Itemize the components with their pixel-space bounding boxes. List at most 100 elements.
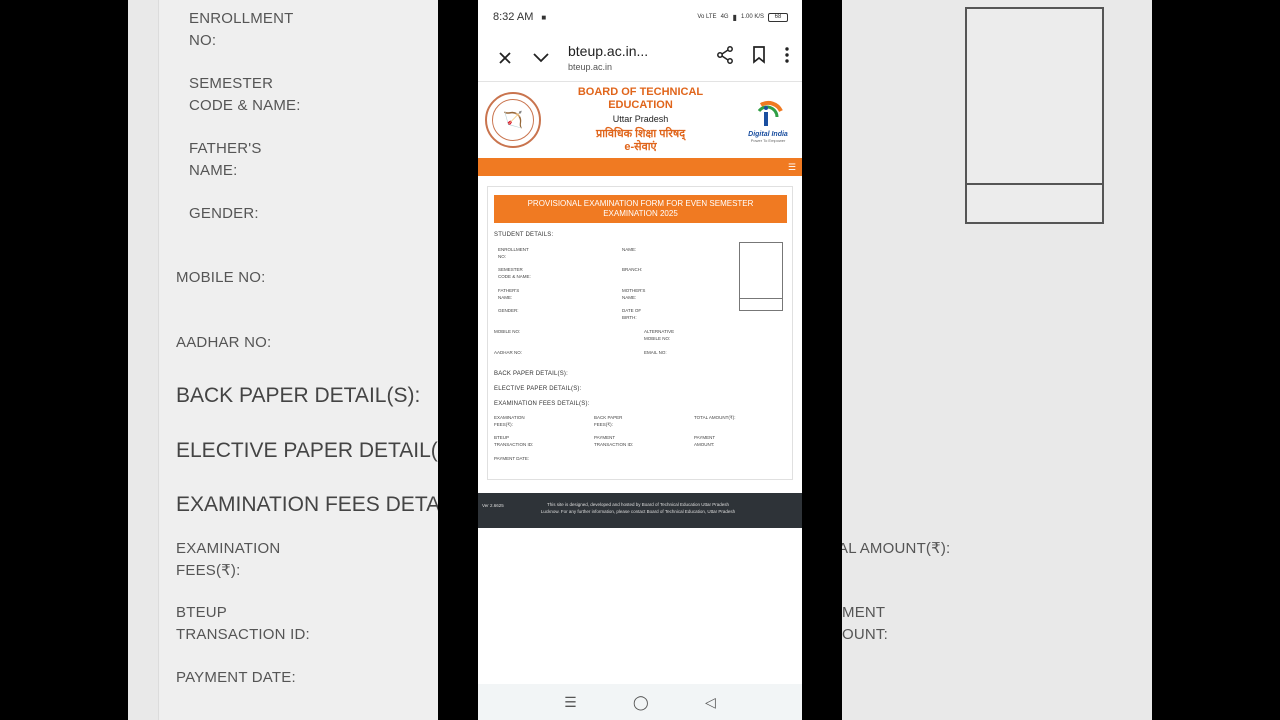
site-title-block: BOARD OF TECHNICAL EDUCATION Uttar Prade… (541, 86, 740, 154)
site-footer: Ver 2.6625 This site is designed, develo… (478, 493, 802, 528)
bg-label-line: FATHER'S (189, 140, 262, 157)
bg-label-line: FEES(₹): (176, 562, 241, 579)
form-banner: PROVISIONAL EXAMINATION FORM FOR EVEN SE… (494, 195, 787, 223)
bg-mobile-label: MOBILE NO: (176, 269, 266, 286)
mobile-label: MOBILE NO: (494, 329, 521, 334)
menu-icon[interactable]: ☰ (788, 162, 796, 173)
recents-icon[interactable]: ☰ (564, 694, 577, 711)
student-photo (739, 242, 783, 311)
page-url: bteup.ac.in (568, 62, 613, 72)
gender-label: GENDER: (498, 308, 519, 313)
label-line: EXAMINATION (494, 415, 525, 420)
name-label: NAME: (622, 247, 637, 252)
bg-fees-heading: EXAMINATION FEES DETAIL (176, 493, 438, 516)
battery-icon: 68 (768, 12, 788, 22)
signal-bars-icon: ▮ (732, 12, 737, 22)
bg-payment-date-label: PAYMENT DATE: (176, 669, 296, 686)
payment-txn-label: PAYMENT TRANSACTION ID: (594, 435, 633, 448)
alt-mobile-label: ALTERNATIVE MOBILE NO: (644, 329, 674, 342)
bg-payment-label: MENT OUNT: (842, 602, 888, 646)
bg-elective-heading: ELECTIVE PAPER DETAIL(S): (176, 439, 438, 462)
label-line: BIRTH: (622, 314, 637, 320)
payment-amount-label: PAYMENT AMOUNT: (694, 435, 715, 448)
label-line: BACK PAPER (594, 415, 623, 420)
close-icon[interactable] (496, 49, 514, 67)
board-hindi-line2: e-सेवाएं (624, 141, 657, 153)
label-line: NAME: (622, 294, 637, 300)
status-bar: 8:32 AM ■ Vo LTE 4G ▮ 1.00 K/S 68 (478, 0, 802, 34)
page-title: bteup.ac.in... (568, 43, 649, 59)
label-line: TRANSACTION ID: (594, 441, 634, 447)
back-paper-heading: BACK PAPER DETAIL(S): (494, 371, 568, 377)
bg-enrollment-label: ENROLLMENT NO: (189, 8, 294, 52)
emblem-bow-icon: 🏹 (492, 99, 534, 141)
mother-name-label: MOTHER'S NAME: (622, 288, 645, 301)
board-hindi-line1: प्राविधिक शिक्षा परिषद् (595, 128, 686, 140)
bg-signature-box (965, 183, 1104, 224)
label-line: FATHER'S (498, 288, 520, 293)
board-state: Uttar Pradesh (612, 114, 669, 124)
background-zoom-left: ENROLLMENT NO: SEMESTER CODE & NAME: FAT… (128, 0, 438, 720)
email-label: EMAIL NO: (644, 350, 667, 355)
back-icon[interactable]: ◁ (705, 694, 716, 711)
url-display[interactable]: bteup.ac.in... bteup.ac.in (568, 43, 716, 72)
bg-bteup-label: BTEUP TRANSACTION ID: (176, 602, 310, 646)
bookmark-icon[interactable] (752, 46, 766, 69)
form-title-line1: PROVISIONAL EXAMINATION FORM FOR EVEN SE… (527, 199, 754, 208)
enrollment-label: ENROLLMENT NO: (498, 247, 529, 260)
nav-bar: ☰ (478, 158, 802, 176)
version-text: Ver 2.6625 (482, 503, 504, 508)
more-options-icon[interactable] (784, 46, 790, 69)
share-icon[interactable] (716, 46, 734, 69)
chevron-down-icon[interactable] (532, 49, 550, 67)
bg-label-line: BTEUP (176, 604, 228, 621)
board-title-line1: BOARD OF TECHNICAL (577, 86, 704, 98)
battery-level: 68 (774, 13, 782, 20)
bg-photo-box (965, 7, 1104, 185)
label-line: ALTERNATIVE (644, 329, 675, 334)
label-line: NO: (498, 253, 507, 259)
digital-india-logo: Digital India Power To Empower (740, 97, 796, 143)
bg-father-label: FATHER'S NAME: (189, 138, 262, 182)
exam-fees-heading: EXAMINATION FEES DETAIL(S): (494, 401, 590, 407)
bg-label-line: NAME: (189, 162, 238, 179)
aadhar-label: AADHAR NO: (494, 350, 523, 355)
home-icon[interactable]: ◯ (633, 694, 649, 711)
fees-fields: EXAMINATION FEES(₹): BACK PAPER FEES(₹): T… (494, 411, 787, 467)
dob-label: DATE OF BIRTH: (622, 308, 641, 321)
bg-total-amount-label: AL AMOUNT(₹): (842, 540, 951, 557)
bg-label-line: EXAMINATION (176, 540, 281, 557)
label-line: TRANSACTION ID: (494, 441, 534, 447)
bg-label-line: MENT (842, 604, 886, 621)
status-time: 8:32 AM (493, 11, 534, 23)
elective-paper-heading: ELECTIVE PAPER DETAIL(S): (494, 386, 582, 392)
total-amount-label: TOTAL AMOUNT(₹): (694, 415, 736, 420)
bg-aadhar-label: AADHAR NO: (176, 334, 272, 351)
net-speed: 1.00 K/S (740, 14, 764, 20)
footer-text: This site is designed, developed and hos… (540, 502, 736, 514)
label-line: AMOUNT: (694, 441, 715, 447)
bg-exam-fees-label: EXAMINATION FEES(₹): (176, 538, 280, 582)
label-line: CODE & NAME: (498, 273, 531, 279)
background-zoom-right: AL AMOUNT(₹): MENT OUNT: (842, 0, 1152, 720)
student-fields: ENROLLMENT NO: NAME: SEMESTER CODE & NAME:… (494, 242, 787, 362)
label-line: PAYMENT (694, 435, 716, 440)
bg-label-line: ENROLLMENT (189, 10, 294, 27)
volte-indicator: Vo LTE (697, 14, 717, 20)
label-line: FEES(₹): (594, 421, 613, 427)
back-paper-fees-label: BACK PAPER FEES(₹): (594, 415, 622, 428)
label-line: FEES(₹): (494, 421, 513, 427)
android-nav-bar: ☰ ◯ ◁ (478, 684, 802, 720)
father-name-label: FATHER'S NAME: (498, 288, 519, 301)
label-line: DATE OF (622, 308, 642, 313)
video-frame: ENROLLMENT NO: SEMESTER CODE & NAME: FAT… (0, 0, 1280, 720)
digital-india-mark-icon (751, 97, 785, 131)
digital-india-tagline: Power To Empower (750, 138, 786, 143)
label-line: MOBILE NO: (644, 335, 671, 341)
branch-label: BRANCH: (622, 267, 643, 272)
payment-date-label: PAYMENT DATE: (494, 456, 530, 461)
label-line: NAME: (498, 294, 513, 300)
bg-label-line: SEMESTER (189, 75, 274, 92)
bteup-txn-label: BTEUP TRANSACTION ID: (494, 435, 533, 448)
browser-toolbar: bteup.ac.in... bteup.ac.in (478, 34, 802, 82)
